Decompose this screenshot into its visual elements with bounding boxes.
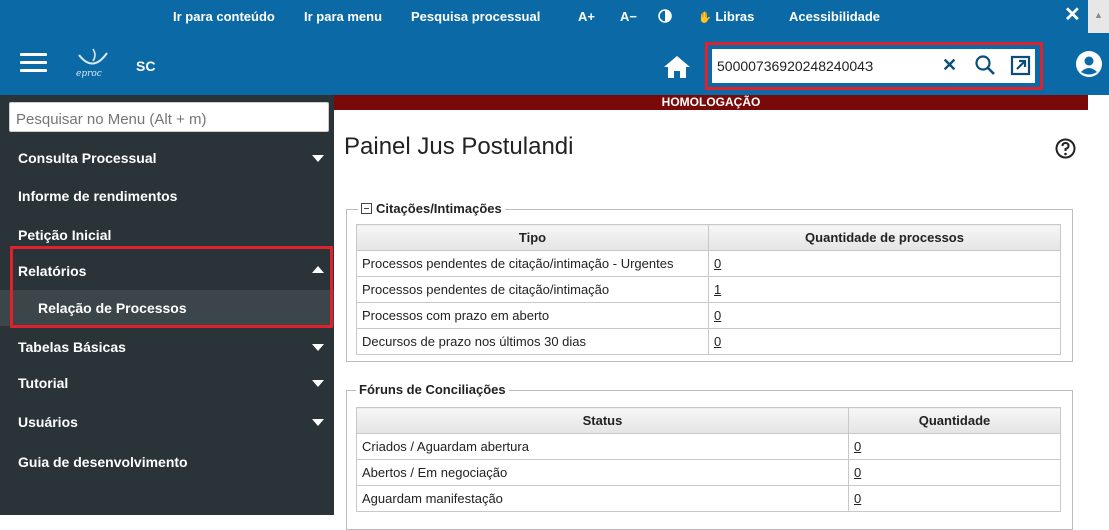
quantity-link[interactable]: 1 [714,282,721,297]
chevron-down-icon [312,380,324,387]
sidebar-item-label: Informe de rendimentos [18,188,178,204]
process-search-highlight: ✕ [705,42,1043,90]
sidebar-item-relatorios[interactable]: Relatórios [0,253,334,289]
search-icon[interactable] [974,54,996,76]
accessibility-bar: Ir para conteúdo Ir para menu Pesquisa p… [0,0,1109,33]
sidebar-item-label: Relação de Processos [38,300,187,316]
close-icon[interactable]: ✕ [1064,2,1081,27]
clear-search-icon[interactable]: ✕ [942,55,957,76]
column-header-status[interactable]: Status [356,407,849,434]
quantity-link[interactable]: 0 [714,334,721,349]
cell-quantidade: 0 [848,485,1061,512]
sidebar-item-label: Tabelas Básicas [18,339,126,355]
process-search-box: ✕ [712,49,1035,83]
cell-quantidade: 0 [708,328,1061,355]
cell-status: Abertos / Em negociação [356,459,849,486]
logo-text: eproc [76,69,102,79]
process-search-link[interactable]: Pesquisa processual [411,9,540,24]
accessibility-link[interactable]: Acessibilidade [789,9,880,24]
font-increase-button[interactable]: A+ [578,9,595,24]
libras-link[interactable]: ✋ Libras [698,9,754,24]
table-row: Aguardam manifestação 0 [356,485,1061,512]
open-external-icon[interactable] [1010,55,1031,76]
table-row: Processos com prazo em aberto 0 [356,302,1061,329]
table-row: Decursos de prazo nos últimos 30 dias 0 [356,328,1061,355]
font-decrease-button[interactable]: A− [620,9,637,24]
cell-tipo: Processos pendentes de citação/intimação [356,276,709,303]
quantity-link[interactable]: 0 [714,256,721,271]
quantity-link[interactable]: 0 [714,308,721,323]
cell-quantidade: 1 [708,276,1061,303]
table-row: Processos pendentes de citação/intimação… [356,276,1061,303]
cell-status: Aguardam manifestação [356,485,849,512]
foruns-table: Status Quantidade Criados / Aguardam abe… [356,407,1061,512]
quantity-link[interactable]: 0 [854,491,861,506]
region-label: SC [136,58,156,74]
cell-tipo: Processos pendentes de citação/intimação… [356,250,709,277]
citacoes-table: Tipo Quantidade de processos Processos p… [356,224,1061,355]
sidebar-item-informe-rendimentos[interactable]: Informe de rendimentos [0,178,334,214]
sidebar-subitem-relacao-processos[interactable]: Relação de Processos [0,290,334,326]
contrast-icon [658,9,672,23]
sidebar-item-label: Petição Inicial [18,227,112,243]
sidebar-item-label: Guia de desenvolvimento [18,454,188,470]
user-avatar-icon[interactable] [1075,50,1103,78]
column-header-quantidade-processos[interactable]: Quantidade de processos [708,224,1061,251]
column-header-tipo[interactable]: Tipo [356,224,709,251]
sidebar-item-label: Usuários [18,414,78,430]
cell-quantidade: 0 [708,302,1061,329]
libras-label: Libras [715,9,755,24]
sidebar-item-usuarios[interactable]: Usuários [0,404,334,440]
chevron-up-icon [312,266,324,273]
collapse-toggle-icon[interactable] [361,203,372,214]
skip-to-menu-link[interactable]: Ir para menu [304,9,382,24]
scrollbar-up-arrow[interactable]: ▲ [1088,0,1109,33]
sidebar-item-peticao-inicial[interactable]: Petição Inicial [0,217,334,253]
chevron-down-icon [312,419,324,426]
sidebar-item-label: Tutorial [18,375,69,391]
sidebar-item-label: Consulta Processual [18,150,157,166]
chevron-down-icon [312,155,324,162]
process-search-input[interactable] [712,49,932,83]
sidebar-item-consulta-processual[interactable]: Consulta Processual [0,140,334,176]
menu-search-input[interactable] [9,102,329,132]
hand-icon: ✋ [698,12,712,24]
skip-to-content-link[interactable]: Ir para conteúdo [173,9,275,24]
citacoes-legend: Citações/Intimações [358,201,505,216]
quantity-link[interactable]: 0 [854,465,861,480]
cell-tipo: Decursos de prazo nos últimos 30 dias [356,328,709,355]
table-row: Processos pendentes de citação/intimação… [356,250,1061,277]
sidebar-item-label: Relatórios [18,263,87,279]
citacoes-legend-text: Citações/Intimações [376,201,502,216]
hamburger-menu-icon[interactable] [20,53,47,73]
sidebar-item-tabelas-basicas[interactable]: Tabelas Básicas [0,329,334,365]
cell-quantidade: 0 [848,433,1061,460]
foruns-legend: Fóruns de Conciliações [356,382,509,397]
cell-status: Criados / Aguardam abertura [356,433,849,460]
home-icon[interactable] [663,55,691,79]
environment-banner: HOMOLOGAÇÃO [334,95,1088,110]
table-row: Abertos / Em negociação 0 [356,459,1061,486]
cell-quantidade: 0 [708,250,1061,277]
cell-quantidade: 0 [848,459,1061,486]
sidebar-item-tutorial[interactable]: Tutorial [0,365,334,401]
quantity-link[interactable]: 0 [854,439,861,454]
page-title: Painel Jus Postulandi [344,133,574,160]
cell-tipo: Processos com prazo em aberto [356,302,709,329]
contrast-button[interactable] [658,9,672,24]
column-header-quantidade[interactable]: Quantidade [848,407,1061,434]
sidebar-item-guia-desenvolvimento[interactable]: Guia de desenvolvimento [0,444,334,480]
help-icon[interactable] [1055,138,1076,159]
chevron-down-icon [312,344,324,351]
table-row: Criados / Aguardam abertura 0 [356,433,1061,460]
sidebar-menu: Consulta Processual Informe de rendiment… [0,95,334,515]
